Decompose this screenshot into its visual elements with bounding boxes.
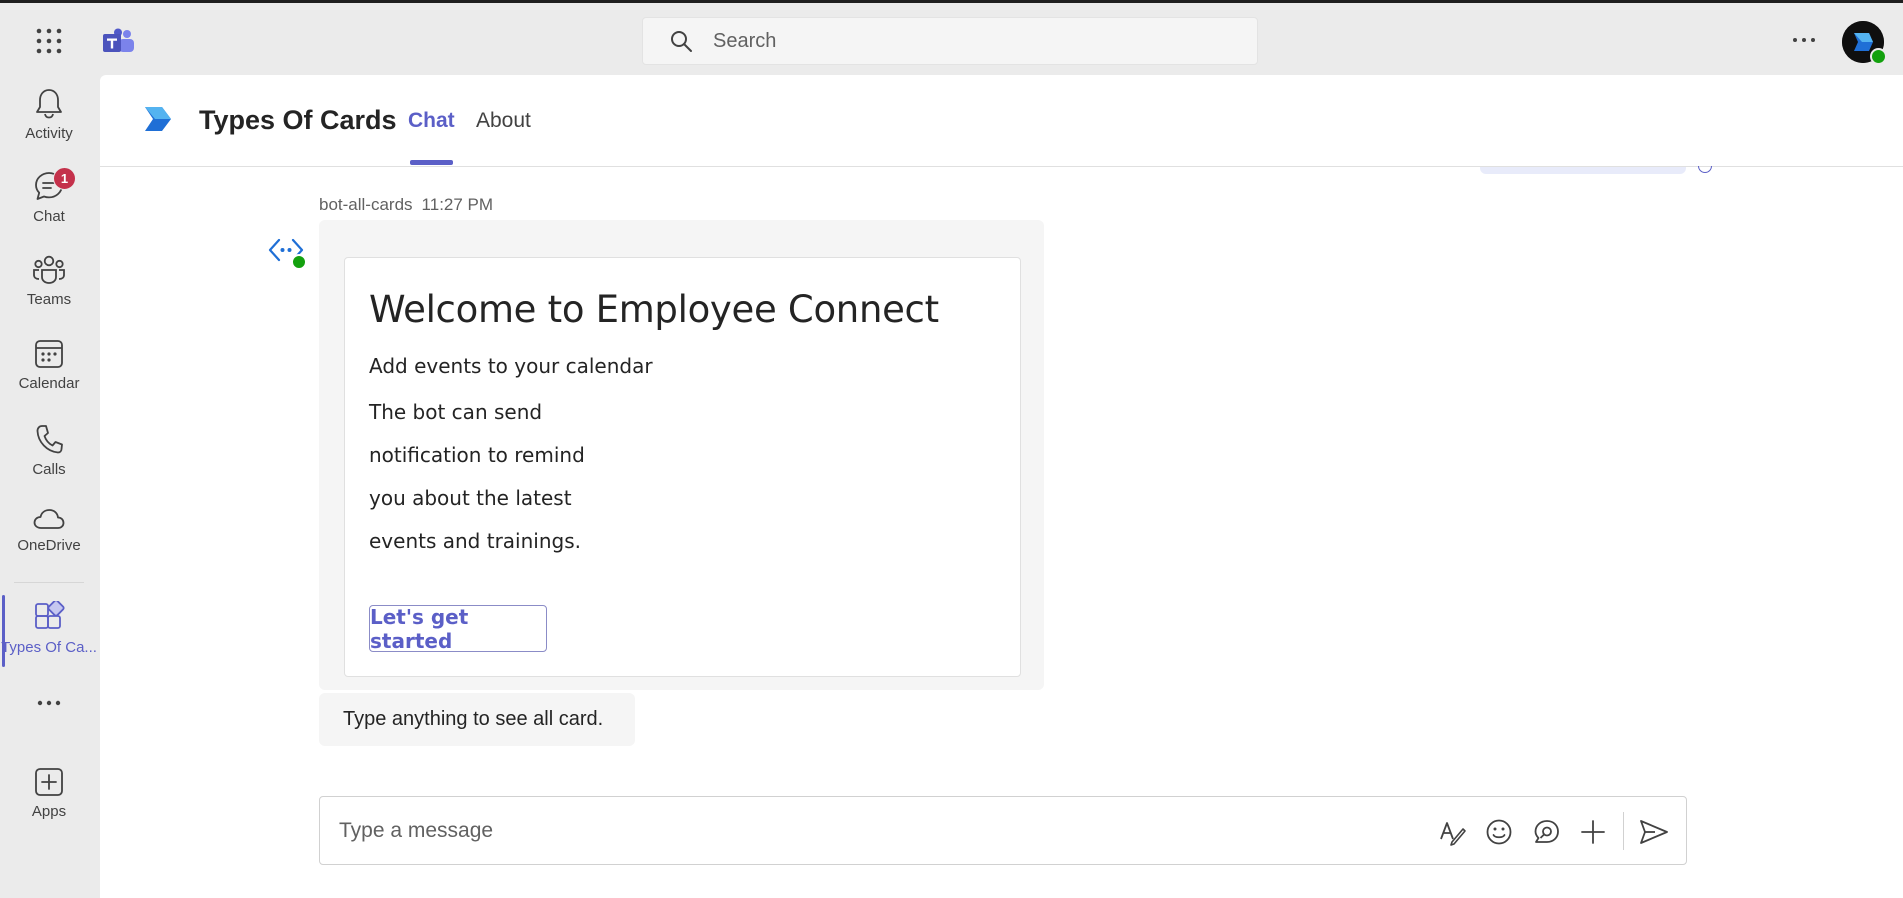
rail-item-activity[interactable]: Activity: [0, 87, 98, 167]
rail-more-apps[interactable]: [0, 697, 98, 737]
search-placeholder: Search: [713, 29, 777, 52]
emoji-icon[interactable]: [1484, 817, 1514, 847]
message-bubble: Welcome to Employee Connect Add events t…: [319, 220, 1044, 690]
rail-divider: [14, 582, 84, 583]
format-icon[interactable]: [1437, 817, 1467, 847]
rail-item-label: Calls: [32, 461, 66, 478]
compose-divider: [1623, 812, 1624, 850]
app-icon: [35, 601, 65, 629]
teams-logo-icon: [103, 28, 135, 56]
bell-icon: [36, 89, 62, 119]
rail-item-chat[interactable]: 1 Chat: [0, 167, 98, 250]
previous-message-bubble: [1480, 167, 1686, 174]
rail-item-teams[interactable]: Teams: [0, 255, 98, 335]
app-logo-icon: [143, 104, 173, 139]
tab-chat[interactable]: Chat: [408, 109, 455, 133]
apps-grid-icon[interactable]: [35, 27, 63, 55]
rail-item-calls[interactable]: Calls: [0, 423, 98, 503]
rail-item-apps[interactable]: Apps: [0, 767, 98, 847]
rail-item-types-of-cards[interactable]: Types Of Ca...: [0, 595, 98, 681]
search-icon: [671, 31, 692, 52]
card-body-line: The bot can send: [369, 400, 543, 424]
rail-item-label: OneDrive: [17, 537, 81, 554]
unread-badge: 1: [53, 167, 76, 190]
card-body-line: you about the latest: [369, 486, 572, 510]
app-header: Types Of Cards Chat About: [100, 75, 1903, 167]
message-meta: bot-all-cards 11:27 PM: [319, 195, 493, 215]
top-bar: Search: [0, 0, 1903, 75]
bot-presence-icon: [291, 254, 307, 270]
message-time: 11:27 PM: [421, 195, 494, 214]
rail-item-label: Apps: [31, 803, 67, 820]
cloud-icon: [33, 509, 65, 529]
adaptive-card: Welcome to Employee Connect Add events t…: [344, 257, 1021, 677]
active-tab-indicator: [410, 160, 453, 165]
app-bar: Activity 1 Chat Teams Calendar Calls One…: [0, 75, 98, 898]
message-input[interactable]: Type a message: [339, 819, 493, 843]
more-options-icon[interactable]: [1790, 29, 1818, 51]
app-title: Types Of Cards: [199, 105, 397, 135]
calendar-icon: [35, 340, 63, 368]
loop-icon[interactable]: [1531, 817, 1561, 847]
more-horizontal-icon: [37, 700, 61, 706]
add-icon[interactable]: [1578, 817, 1608, 847]
user-avatar[interactable]: [1842, 21, 1887, 65]
lets-get-started-button[interactable]: Let's get started: [369, 605, 547, 653]
presence-available-icon: [1870, 48, 1887, 65]
card-subtitle: Add events to your calendar: [369, 354, 653, 378]
rail-item-label: Activity: [25, 125, 73, 142]
rail-item-label: Teams: [26, 291, 72, 308]
send-icon[interactable]: [1638, 817, 1670, 847]
tab-about[interactable]: About: [476, 109, 531, 133]
teams-icon: [33, 255, 65, 284]
rail-item-label: Calendar: [18, 375, 80, 392]
rail-item-onedrive[interactable]: OneDrive: [0, 507, 98, 587]
phone-icon: [36, 425, 63, 454]
sender-name: bot-all-cards: [319, 195, 413, 214]
compose-box[interactable]: Type a message: [319, 796, 1687, 865]
card-title: Welcome to Employee Connect: [369, 288, 939, 331]
rail-item-calendar[interactable]: Calendar: [0, 339, 98, 419]
card-body-line: notification to remind: [369, 443, 585, 467]
main-panel: Types Of Cards Chat About bot-all-cards 1…: [100, 75, 1903, 898]
search-input[interactable]: Search: [642, 17, 1258, 65]
followup-message: Type anything to see all card.: [319, 693, 635, 746]
add-app-icon: [35, 768, 63, 796]
rail-item-label: Types Of Ca...: [1, 639, 97, 656]
rail-item-label: Chat: [33, 208, 65, 225]
card-body-line: events and trainings.: [369, 529, 581, 553]
